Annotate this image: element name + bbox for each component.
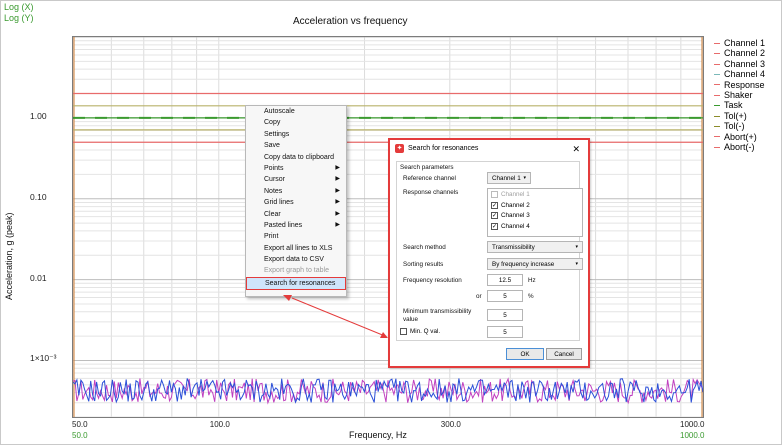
response-channels-label: Response channels bbox=[403, 189, 459, 196]
min-q-input[interactable]: 5 bbox=[487, 326, 523, 338]
ok-button[interactable]: OK bbox=[506, 348, 544, 360]
min-transmissibility-input[interactable]: 5 bbox=[487, 309, 523, 321]
annotation-arrowhead-start bbox=[283, 295, 292, 301]
annotation-arrowhead-end bbox=[380, 332, 388, 338]
min-q-label: Min. Q val. bbox=[410, 328, 441, 335]
reference-channel-label: Reference channel bbox=[403, 175, 456, 182]
sorting-results-select[interactable]: By frequency increase ▾ bbox=[487, 258, 583, 270]
min-transmissibility-label: Minimum transmissibility value bbox=[403, 308, 472, 323]
dialog-title: Search for resonances bbox=[408, 145, 479, 152]
search-method-label: Search method bbox=[403, 244, 446, 251]
checkbox bbox=[491, 191, 498, 198]
sorting-results-label: Sorting results bbox=[403, 261, 444, 268]
group-label: Search parameters bbox=[400, 164, 454, 171]
hz-unit: Hz bbox=[528, 277, 536, 284]
frequency-resolution-label: Frequency resolution bbox=[403, 277, 462, 284]
frequency-resolution-input[interactable]: 12.5 bbox=[487, 274, 523, 286]
checkbox-label: Channel 3 bbox=[501, 212, 530, 219]
min-q-checkbox-row[interactable]: Min. Q val. bbox=[400, 328, 440, 335]
app-icon: ✦ bbox=[395, 144, 404, 153]
checkbox-label: Channel 4 bbox=[501, 222, 530, 230]
response-channel-3[interactable]: ✓ Channel 3 bbox=[491, 212, 530, 219]
cancel-button[interactable]: Cancel bbox=[546, 348, 582, 360]
or-label: or bbox=[476, 293, 482, 300]
chevron-down-icon: ▾ bbox=[575, 261, 578, 267]
response-channel-2[interactable]: ✓ Channel 2 bbox=[491, 201, 530, 209]
response-channel-4[interactable]: ✓ Channel 4 bbox=[491, 222, 530, 230]
close-icon[interactable]: ✕ bbox=[572, 140, 580, 158]
reference-channel-select[interactable]: Channel 1 ▾ bbox=[487, 172, 531, 184]
checkbox[interactable]: ✓ bbox=[491, 201, 498, 209]
annotation-arrow-line bbox=[291, 297, 386, 337]
response-channels-list: Channel 1 ✓ Channel 2 ✓ Channel 3 ✓ Channel 4 bbox=[487, 188, 583, 237]
checkbox-label: Channel 2 bbox=[501, 201, 530, 209]
checkbox[interactable]: ✓ bbox=[491, 212, 498, 219]
dialog-titlebar: ✦ Search for resonances ✕ bbox=[390, 140, 588, 158]
response-channel-1: Channel 1 bbox=[491, 191, 530, 198]
search-resonances-dialog: ✦ Search for resonances ✕ Search paramet… bbox=[388, 138, 590, 368]
checkbox[interactable]: ✓ bbox=[491, 222, 498, 230]
min-q-checkbox[interactable] bbox=[400, 328, 407, 335]
chevron-down-icon: ▾ bbox=[575, 244, 578, 250]
search-parameters-group: Search parameters Reference channel Chan… bbox=[396, 161, 583, 341]
checkbox-label: Channel 1 bbox=[501, 191, 530, 198]
percent-input[interactable]: 5 bbox=[487, 290, 523, 302]
chevron-down-icon: ▾ bbox=[523, 175, 526, 181]
percent-unit: % bbox=[528, 293, 534, 300]
search-method-select[interactable]: Transmissibility ▾ bbox=[487, 241, 583, 253]
